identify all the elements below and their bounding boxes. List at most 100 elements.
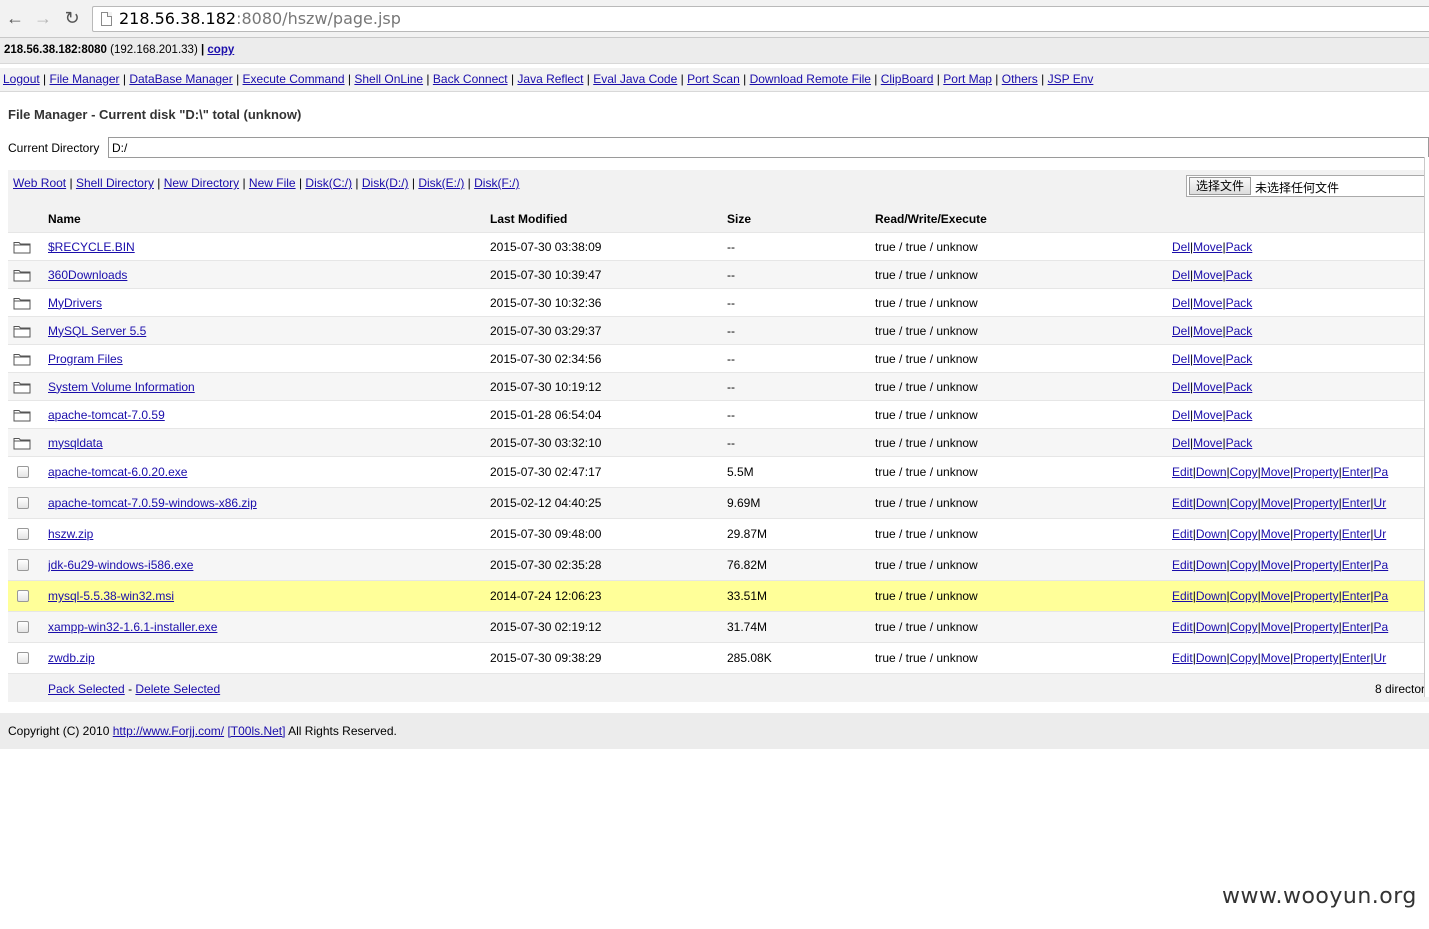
pack-link[interactable]: Pack xyxy=(1226,324,1253,338)
enter-link[interactable]: Enter xyxy=(1342,589,1371,603)
copy-link[interactable]: Copy xyxy=(1230,465,1258,479)
enter-link[interactable]: Enter xyxy=(1342,558,1371,572)
down-link[interactable]: Down xyxy=(1196,651,1227,665)
folder-link[interactable]: 360Downloads xyxy=(48,268,127,282)
del-link[interactable]: Del xyxy=(1172,268,1190,282)
move-link[interactable]: Move xyxy=(1261,620,1290,634)
quick-link-disk-e[interactable]: Disk(E:/) xyxy=(418,176,464,190)
select-checkbox[interactable] xyxy=(17,497,29,509)
move-link[interactable]: Move xyxy=(1193,268,1222,282)
property-link[interactable]: Property xyxy=(1293,620,1338,634)
menu-item-file-manager[interactable]: File Manager xyxy=(50,72,120,86)
del-link[interactable]: Del xyxy=(1172,352,1190,366)
edit-link[interactable]: Edit xyxy=(1172,496,1193,510)
pack-selected-link[interactable]: Pack Selected xyxy=(48,682,125,696)
del-link[interactable]: Del xyxy=(1172,436,1190,450)
folder-link[interactable]: Program Files xyxy=(48,352,123,366)
more-action-link[interactable]: Pa xyxy=(1374,620,1389,634)
down-link[interactable]: Down xyxy=(1196,465,1227,479)
select-checkbox[interactable] xyxy=(17,559,29,571)
copy-link[interactable]: Copy xyxy=(1230,651,1258,665)
select-checkbox[interactable] xyxy=(17,590,29,602)
address-bar[interactable]: 218.56.38.182:8080/hszw/page.jsp xyxy=(92,6,1429,32)
folder-link[interactable]: System Volume Information xyxy=(48,380,195,394)
move-link[interactable]: Move xyxy=(1261,465,1290,479)
pack-link[interactable]: Pack xyxy=(1226,380,1253,394)
file-link[interactable]: hszw.zip xyxy=(48,527,93,541)
down-link[interactable]: Down xyxy=(1196,620,1227,634)
back-arrow-icon[interactable]: ← xyxy=(3,6,27,30)
property-link[interactable]: Property xyxy=(1293,527,1338,541)
more-action-link[interactable]: Ur xyxy=(1374,496,1387,510)
edit-link[interactable]: Edit xyxy=(1172,465,1193,479)
move-link[interactable]: Move xyxy=(1261,527,1290,541)
edit-link[interactable]: Edit xyxy=(1172,589,1193,603)
menu-item-shell-online[interactable]: Shell OnLine xyxy=(354,72,423,86)
edit-link[interactable]: Edit xyxy=(1172,620,1193,634)
move-link[interactable]: Move xyxy=(1193,240,1222,254)
menu-item-jsp-env[interactable]: JSP Env xyxy=(1048,72,1094,86)
more-action-link[interactable]: Ur xyxy=(1374,651,1387,665)
property-link[interactable]: Property xyxy=(1293,558,1338,572)
more-action-link[interactable]: Pa xyxy=(1374,558,1389,572)
enter-link[interactable]: Enter xyxy=(1342,620,1371,634)
folder-link[interactable]: $RECYCLE.BIN xyxy=(48,240,135,254)
del-link[interactable]: Del xyxy=(1172,324,1190,338)
quick-link-disk-d[interactable]: Disk(D:/) xyxy=(362,176,409,190)
header-last-modified[interactable]: Last Modified xyxy=(490,205,720,232)
quick-link-new-directory[interactable]: New Directory xyxy=(164,176,239,190)
more-action-link[interactable]: Pa xyxy=(1374,465,1389,479)
edit-link[interactable]: Edit xyxy=(1172,527,1193,541)
file-link[interactable]: mysql-5.5.38-win32.msi xyxy=(48,589,174,603)
menu-item-eval-java-code[interactable]: Eval Java Code xyxy=(593,72,677,86)
menu-item-clipboard[interactable]: ClipBoard xyxy=(881,72,934,86)
pack-link[interactable]: Pack xyxy=(1226,436,1253,450)
menu-item-execute-command[interactable]: Execute Command xyxy=(243,72,345,86)
move-link[interactable]: Move xyxy=(1193,380,1222,394)
property-link[interactable]: Property xyxy=(1293,651,1338,665)
quick-link-disk-c[interactable]: Disk(C:/) xyxy=(305,176,352,190)
move-link[interactable]: Move xyxy=(1193,352,1222,366)
pack-link[interactable]: Pack xyxy=(1226,408,1253,422)
property-link[interactable]: Property xyxy=(1293,465,1338,479)
copy-link[interactable]: Copy xyxy=(1230,558,1258,572)
copy-link[interactable]: Copy xyxy=(1230,527,1258,541)
down-link[interactable]: Down xyxy=(1196,527,1227,541)
move-link[interactable]: Move xyxy=(1261,496,1290,510)
move-link[interactable]: Move xyxy=(1193,408,1222,422)
copy-link[interactable]: copy xyxy=(207,44,234,56)
enter-link[interactable]: Enter xyxy=(1342,651,1371,665)
move-link[interactable]: Move xyxy=(1193,436,1222,450)
forjj-link[interactable]: http://www.Forjj.com/ xyxy=(113,724,224,738)
menu-item-back-connect[interactable]: Back Connect xyxy=(433,72,508,86)
select-checkbox[interactable] xyxy=(17,466,29,478)
menu-item-port-map[interactable]: Port Map xyxy=(943,72,992,86)
move-link[interactable]: Move xyxy=(1193,324,1222,338)
copy-link[interactable]: Copy xyxy=(1230,620,1258,634)
down-link[interactable]: Down xyxy=(1196,558,1227,572)
forward-arrow-icon[interactable]: → xyxy=(31,6,55,30)
folder-link[interactable]: MySQL Server 5.5 xyxy=(48,324,146,338)
current-directory-input[interactable] xyxy=(108,137,1429,158)
pack-link[interactable]: Pack xyxy=(1226,296,1253,310)
property-link[interactable]: Property xyxy=(1293,589,1338,603)
copy-link[interactable]: Copy xyxy=(1230,496,1258,510)
quick-link-shell-directory[interactable]: Shell Directory xyxy=(76,176,154,190)
url-text[interactable]: 218.56.38.182:8080/hszw/page.jsp xyxy=(119,9,401,28)
quick-link-new-file[interactable]: New File xyxy=(249,176,296,190)
edit-link[interactable]: Edit xyxy=(1172,651,1193,665)
menu-item-port-scan[interactable]: Port Scan xyxy=(687,72,740,86)
down-link[interactable]: Down xyxy=(1196,589,1227,603)
folder-link[interactable]: apache-tomcat-7.0.59 xyxy=(48,408,165,422)
header-name[interactable]: Name xyxy=(48,205,488,232)
menu-item-logout[interactable]: Logout xyxy=(3,72,40,86)
file-link[interactable]: apache-tomcat-6.0.20.exe xyxy=(48,465,187,479)
move-link[interactable]: Move xyxy=(1261,558,1290,572)
edit-link[interactable]: Edit xyxy=(1172,558,1193,572)
file-link[interactable]: jdk-6u29-windows-i586.exe xyxy=(48,558,193,572)
property-link[interactable]: Property xyxy=(1293,496,1338,510)
menu-item-database-manager[interactable]: DataBase Manager xyxy=(129,72,232,86)
pack-link[interactable]: Pack xyxy=(1226,268,1253,282)
folder-link[interactable]: MyDrivers xyxy=(48,296,102,310)
file-link[interactable]: apache-tomcat-7.0.59-windows-x86.zip xyxy=(48,496,257,510)
